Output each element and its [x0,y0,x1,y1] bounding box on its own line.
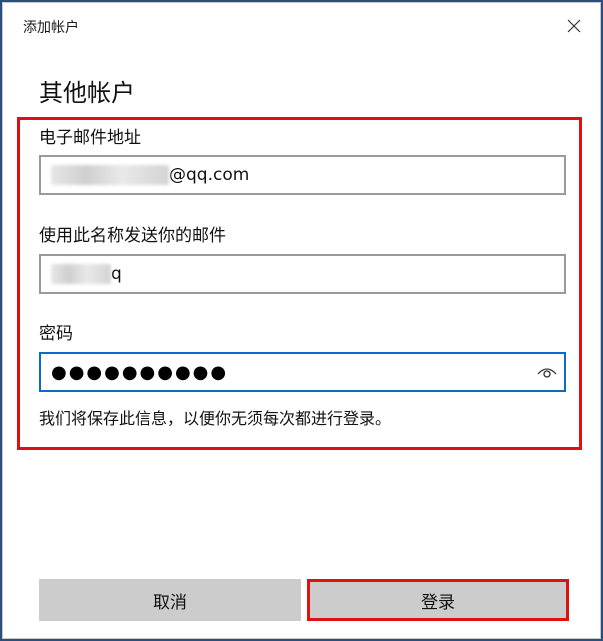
display-name-redacted-text [51,264,111,284]
email-field[interactable]: @qq.com [39,155,566,195]
display-name-label: 使用此名称发送你的邮件 [39,226,226,246]
reveal-password-button[interactable] [536,361,558,383]
window-title: 添加帐户 [23,20,79,36]
display-name-field[interactable]: q [39,254,566,294]
page-title: 其他帐户 [39,79,135,107]
password-label: 密码 [39,324,73,344]
login-button[interactable]: 登录 [307,579,569,621]
password-masked-value: ●●●●●●●●●● [51,361,229,383]
add-account-dialog: 添加帐户 其他帐户 电子邮件地址 @qq.com 使用此名称发送你的邮件 q 密… [2,2,601,639]
email-redacted-text [51,165,169,185]
save-info-text: 我们将保存此信息，以便你无须每次都进行登录。 [39,409,392,428]
close-icon [567,19,581,33]
email-label: 电子邮件地址 [39,128,141,148]
cancel-button[interactable]: 取消 [39,579,301,621]
display-name-tail-text: q [111,264,122,284]
title-bar: 添加帐户 [3,3,600,49]
email-domain-text: @qq.com [169,165,250,185]
password-field[interactable]: ●●●●●●●●●● [39,352,566,392]
close-button[interactable] [556,9,592,43]
eye-icon [537,368,557,378]
